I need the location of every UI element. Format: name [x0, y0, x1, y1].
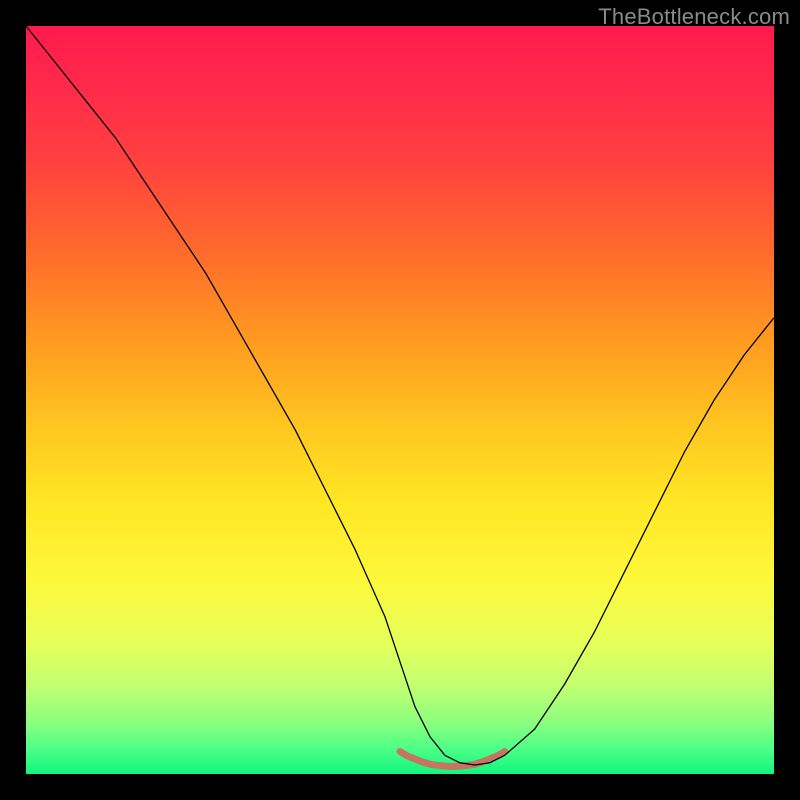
chart-main-curve — [26, 26, 774, 765]
plot-area — [26, 26, 774, 774]
plot-svg — [26, 26, 774, 774]
chart-canvas: TheBottleneck.com — [0, 0, 800, 800]
